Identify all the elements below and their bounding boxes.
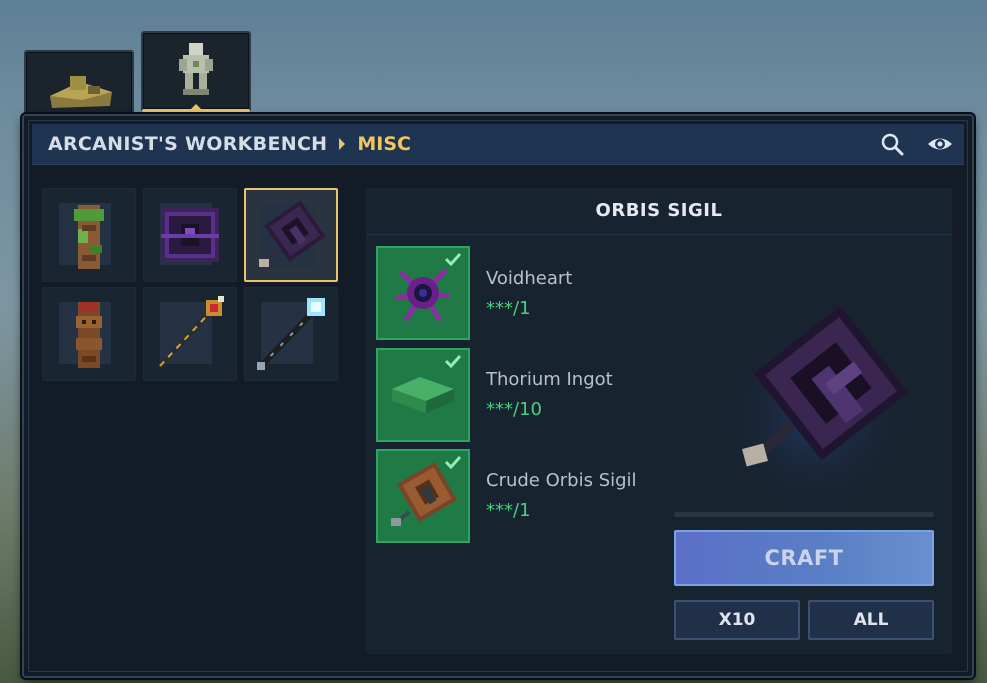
check-icon: [444, 252, 462, 266]
ingredient-name-voidheart: Voidheart: [486, 268, 573, 289]
ruby-staff-icon: [158, 296, 224, 368]
eye-icon[interactable]: [926, 132, 952, 156]
tab-altar[interactable]: [24, 50, 134, 116]
arcane-statue-icon: [179, 43, 213, 95]
ingredient-count-voidheart: ***/1: [486, 298, 531, 319]
recipe-slot-frost-staff[interactable]: [244, 287, 338, 381]
voidheart-icon: [395, 268, 451, 322]
void-chest-icon: [161, 208, 219, 262]
ingredient-slot-thorium-ingot[interactable]: [376, 348, 470, 442]
ruined-altar-icon: [50, 76, 112, 108]
recipe-slot-orbis-sigil[interactable]: [244, 188, 338, 282]
search-icon[interactable]: [880, 132, 906, 156]
frost-staff-icon: [257, 298, 325, 370]
ingredient-slot-crude-orbis-sigil[interactable]: [376, 449, 470, 543]
window-header: ARCANIST'S WORKBENCH MISC: [32, 124, 964, 165]
ingredient-name-thorium-ingot: Thorium Ingot: [486, 369, 613, 390]
recipe-grid: [42, 188, 338, 381]
recipe-slot-overgrown-totem[interactable]: [42, 188, 136, 282]
orbis-sigil-icon: [259, 200, 326, 267]
check-icon: [444, 455, 462, 469]
ingredient-name-crude-orbis-sigil: Crude Orbis Sigil: [486, 470, 637, 491]
recipe-detail-panel: ORBIS SIGIL Voidheart ***/1 Thorium Ingo…: [366, 188, 952, 654]
recipe-title: ORBIS SIGIL: [366, 188, 952, 235]
ingredient-count-thorium-ingot: ***/10: [486, 399, 542, 420]
breadcrumb-category: MISC: [357, 133, 411, 155]
overgrown-totem-icon: [74, 205, 104, 269]
craft-x10-button[interactable]: X10: [674, 600, 800, 640]
check-icon: [444, 354, 462, 368]
craft-all-button[interactable]: ALL: [808, 600, 934, 640]
breadcrumb-separator-icon: [339, 138, 346, 150]
orbis-sigil-icon: [716, 305, 916, 508]
ingredient-slot-voidheart[interactable]: [376, 246, 470, 340]
breadcrumb-bench[interactable]: ARCANIST'S WORKBENCH: [48, 133, 327, 155]
result-preview: [706, 288, 926, 508]
recipe-slot-void-chest[interactable]: [143, 188, 237, 282]
ingredient-count-crude-orbis-sigil: ***/1: [486, 500, 531, 521]
thorium-ingot-icon: [392, 377, 454, 413]
tribal-totem-icon: [76, 302, 102, 368]
selected-tab-indicator: [190, 104, 202, 110]
crafting-window: ARCANIST'S WORKBENCH MISC ORBIS SIGIL Vo…: [22, 114, 974, 678]
craft-button[interactable]: CRAFT: [674, 530, 934, 586]
crude-orbis-sigil-icon: [391, 461, 458, 526]
recipe-slot-tribal-totem[interactable]: [42, 287, 136, 381]
tab-statue[interactable]: [141, 31, 251, 112]
craft-progress-bar: [674, 512, 934, 517]
recipe-slot-ruby-staff[interactable]: [143, 287, 237, 381]
